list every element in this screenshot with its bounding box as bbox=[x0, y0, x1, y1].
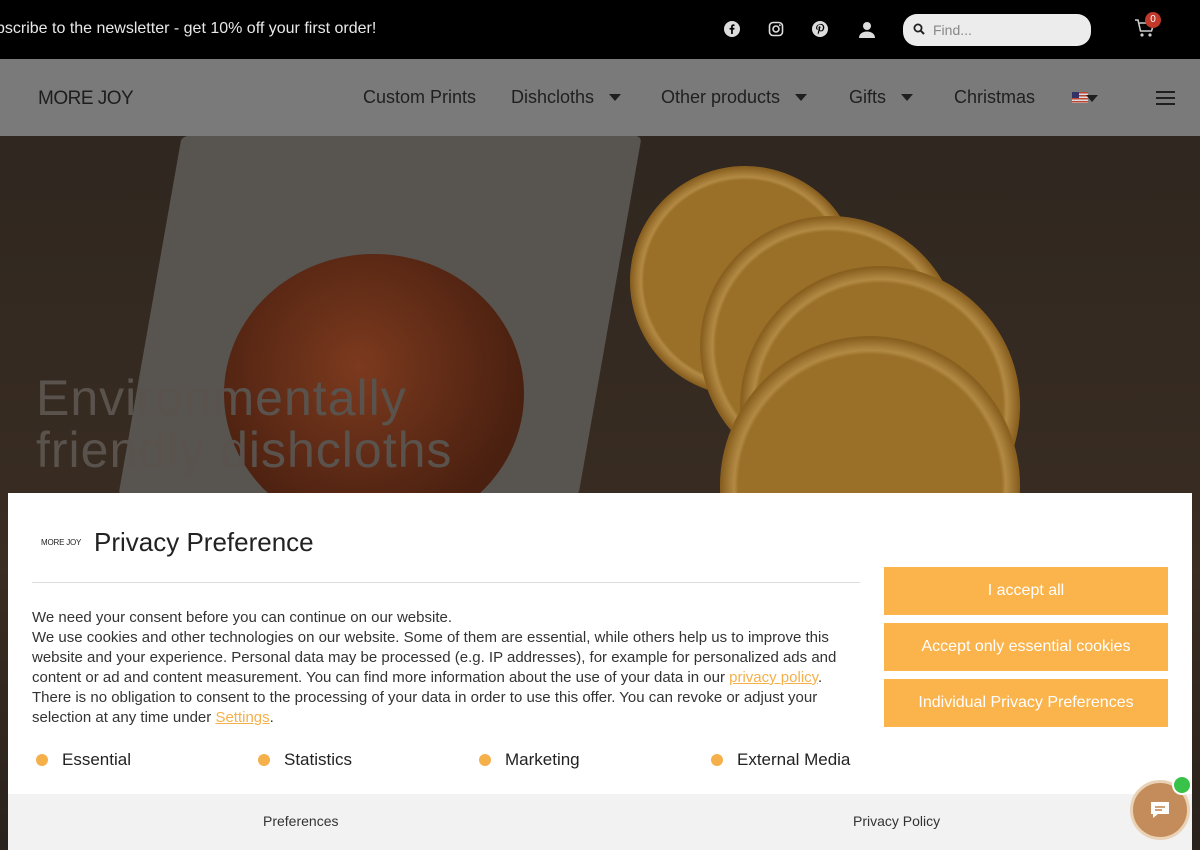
pinterest-icon[interactable] bbox=[811, 20, 829, 38]
logo[interactable]: MORE JOY bbox=[38, 88, 134, 110]
top-bar: bscribe to the newsletter - get 10% off … bbox=[0, 0, 1200, 59]
privacy-footer: Preferences Privacy Policy bbox=[8, 794, 1192, 850]
category-label: Essential bbox=[62, 750, 131, 769]
nav-item-christmas[interactable]: Christmas bbox=[954, 87, 1035, 108]
privacy-policy-link[interactable]: privacy policy bbox=[729, 669, 818, 686]
nav-label: Dishcloths bbox=[511, 87, 595, 107]
status-dot bbox=[711, 754, 723, 766]
nav-item-dishcloths[interactable]: Dishcloths bbox=[511, 87, 622, 108]
hamburger-menu-icon[interactable] bbox=[1156, 91, 1175, 105]
preferences-link[interactable]: Preferences bbox=[263, 813, 338, 829]
individual-preferences-button[interactable]: Individual Privacy Preferences bbox=[884, 679, 1168, 727]
privacy-description: We need your consent before you can cont… bbox=[32, 608, 862, 728]
search-input[interactable] bbox=[933, 20, 1083, 40]
status-dot bbox=[479, 754, 491, 766]
language-caret-icon[interactable] bbox=[1086, 95, 1098, 102]
status-dot bbox=[258, 754, 270, 766]
caret-down-icon bbox=[901, 94, 914, 101]
category-essential[interactable]: Essential bbox=[36, 750, 131, 770]
online-status-indicator bbox=[1172, 775, 1192, 795]
privacy-intro: We need your consent before you can cont… bbox=[32, 609, 452, 626]
privacy-preference-dialog: MORE JOY Privacy Preference We need your… bbox=[8, 493, 1192, 850]
search-icon bbox=[913, 23, 925, 35]
status-dot bbox=[36, 754, 48, 766]
cart-count-badge: 0 bbox=[1145, 12, 1161, 28]
nav-item-custom-prints[interactable]: Custom Prints bbox=[363, 87, 476, 108]
hero-title-line1: Environmentally bbox=[36, 370, 407, 426]
category-label: Statistics bbox=[284, 750, 353, 769]
nav-label: Other products bbox=[661, 87, 781, 107]
hero-title-line2: friendly dishcloths bbox=[36, 422, 453, 478]
hero-title: Environmentally friendly dishcloths bbox=[36, 372, 452, 476]
nav-item-other-products[interactable]: Other products bbox=[661, 87, 808, 108]
newsletter-promo[interactable]: bscribe to the newsletter - get 10% off … bbox=[0, 20, 376, 38]
category-external-media[interactable]: External Media bbox=[711, 750, 850, 770]
category-label: Marketing bbox=[505, 750, 580, 769]
accept-all-button[interactable]: I accept all bbox=[884, 567, 1168, 615]
instagram-icon[interactable] bbox=[767, 20, 785, 38]
divider bbox=[32, 582, 860, 583]
caret-down-icon bbox=[609, 94, 622, 101]
category-marketing[interactable]: Marketing bbox=[479, 750, 580, 770]
nav-label: Christmas bbox=[954, 87, 1036, 107]
nav-label: Gifts bbox=[849, 87, 887, 107]
settings-link[interactable]: Settings bbox=[215, 709, 269, 726]
accept-essential-button[interactable]: Accept only essential cookies bbox=[884, 623, 1168, 671]
caret-down-icon bbox=[795, 94, 808, 101]
privacy-body-1: We use cookies and other technologies on… bbox=[32, 629, 837, 686]
category-label: External Media bbox=[737, 750, 851, 769]
privacy-body-3: . bbox=[269, 709, 274, 726]
chat-icon bbox=[1151, 802, 1169, 818]
privacy-logo: MORE JOY bbox=[41, 538, 82, 547]
main-navigation: MORE JOY Custom Prints Dishcloths Other … bbox=[0, 59, 1200, 136]
user-icon[interactable] bbox=[857, 20, 877, 40]
facebook-icon[interactable] bbox=[723, 20, 741, 38]
nav-label: Custom Prints bbox=[363, 87, 477, 107]
privacy-policy-footer-link[interactable]: Privacy Policy bbox=[853, 813, 940, 829]
search-box bbox=[903, 14, 1091, 46]
privacy-title: Privacy Preference bbox=[94, 527, 314, 557]
category-statistics[interactable]: Statistics bbox=[258, 750, 352, 770]
nav-item-gifts[interactable]: Gifts bbox=[849, 87, 914, 108]
